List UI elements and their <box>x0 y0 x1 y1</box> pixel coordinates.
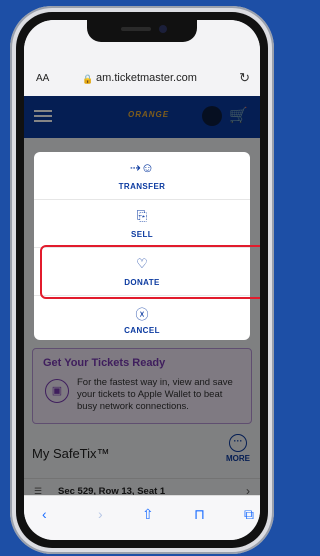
transfer-button[interactable]: ⇢☺ TRANSFER <box>34 152 250 200</box>
speaker <box>121 27 151 31</box>
bookmarks-icon[interactable]: ⊓ <box>194 506 205 523</box>
lock-icon: 🔒 <box>82 74 94 84</box>
reload-icon[interactable]: ↻ <box>239 70 250 86</box>
back-icon[interactable]: ‹ <box>42 506 47 522</box>
transfer-label: TRANSFER <box>118 182 166 191</box>
forward-icon[interactable]: › <box>98 506 103 522</box>
transfer-icon: ⇢☺ <box>129 160 155 175</box>
notch <box>87 20 197 42</box>
cancel-icon: ⓧ <box>135 307 149 322</box>
phone-frame: AA 🔒 am.ticketmaster.com ↻ ORANGE 🛒 Get … <box>10 6 274 554</box>
cancel-button[interactable]: ⓧ CANCEL <box>34 296 250 340</box>
sell-label: SELL <box>130 230 154 239</box>
cancel-label: CANCEL <box>124 326 160 335</box>
text-size-button[interactable]: AA <box>36 73 49 84</box>
camera <box>159 25 167 33</box>
share-icon[interactable]: ⇧ <box>142 506 154 523</box>
phone-bezel: AA 🔒 am.ticketmaster.com ↻ ORANGE 🛒 Get … <box>16 12 268 548</box>
sell-button[interactable]: ⎘ SELL <box>34 200 250 248</box>
sell-icon: ⎘ <box>136 208 148 223</box>
safari-toolbar: ‹ › ⇧ ⊓ ⧉ <box>24 495 260 540</box>
url-text[interactable]: am.ticketmaster.com <box>96 72 197 84</box>
screen: AA 🔒 am.ticketmaster.com ↻ ORANGE 🛒 Get … <box>24 20 260 540</box>
tabs-icon[interactable]: ⧉ <box>244 506 254 523</box>
donate-highlight-box <box>40 245 260 299</box>
